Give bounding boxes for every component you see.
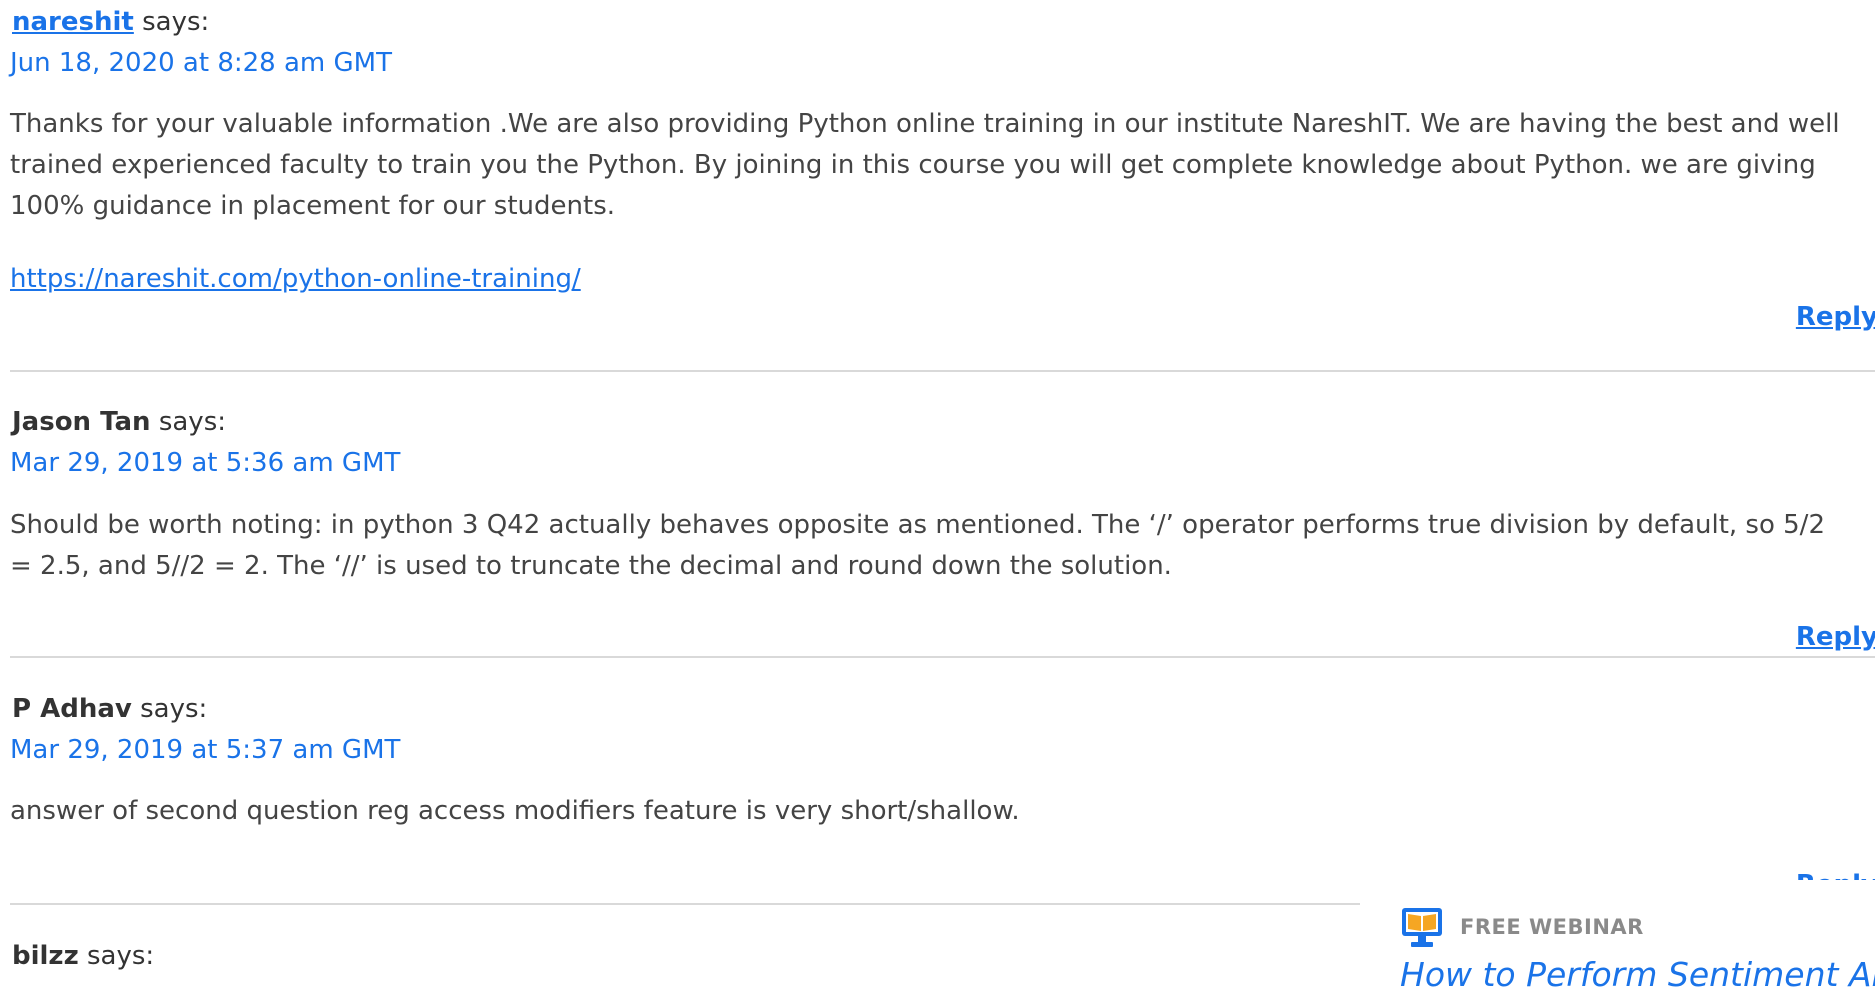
comment-author-line: bilzz says: [12,939,154,973]
comments-page: nareshit says: Jun 18, 2020 at 8:28 am G… [0,0,1875,993]
comment-paragraph: answer of second question reg access mod… [10,796,1020,826]
reply-button[interactable]: Reply [1796,300,1875,334]
comment-body: Should be worth noting: in python 3 Q42 … [10,505,1850,587]
comment-date-link[interactable]: Mar 29, 2019 at 5:37 am GMT [10,733,400,767]
webinar-title-link[interactable]: How to Perform Sentiment Analy [1400,954,1875,993]
webinar-label: FREE WEBINAR [1460,915,1644,939]
comment-date-link[interactable]: Mar 29, 2019 at 5:36 am GMT [10,446,400,480]
comment-says-label: says: [142,7,210,37]
comment-author: bilzz [12,941,79,971]
comment-url-link[interactable]: https://nareshit.com/python-online-train… [10,262,581,296]
comment-paragraph: Should be worth noting: in python 3 Q42 … [10,510,1825,581]
comment-author: P Adhav [12,694,132,724]
book-monitor-icon [1400,906,1444,950]
reply-clip: Reply [1795,868,1875,880]
comment-date-link[interactable]: Jun 18, 2020 at 8:28 am GMT [10,46,392,80]
comment-divider [10,370,1875,372]
comment-author-line: nareshit says: [12,5,209,39]
comment-says-label: says: [158,407,226,437]
comment-body: answer of second question reg access mod… [10,791,1850,832]
webinar-promo[interactable]: FREE WEBINAR How to Perform Sentiment An… [1398,904,1875,993]
reply-button[interactable]: Reply [1796,620,1875,654]
comment-author: Jason Tan [12,407,151,437]
comment-author-line: Jason Tan says: [12,405,226,439]
comment-author-line: P Adhav says: [12,692,207,726]
comment-says-label: says: [86,941,155,971]
reply-button[interactable]: Reply [1796,868,1875,880]
comment-paragraph: Thanks for your valuable information .We… [10,109,1840,221]
comment-divider [10,903,1360,905]
comment-body: Thanks for your valuable information .We… [10,104,1850,227]
comment-says-label: says: [140,694,208,724]
comment-divider [10,656,1875,658]
comment-author-link[interactable]: nareshit [12,7,134,37]
